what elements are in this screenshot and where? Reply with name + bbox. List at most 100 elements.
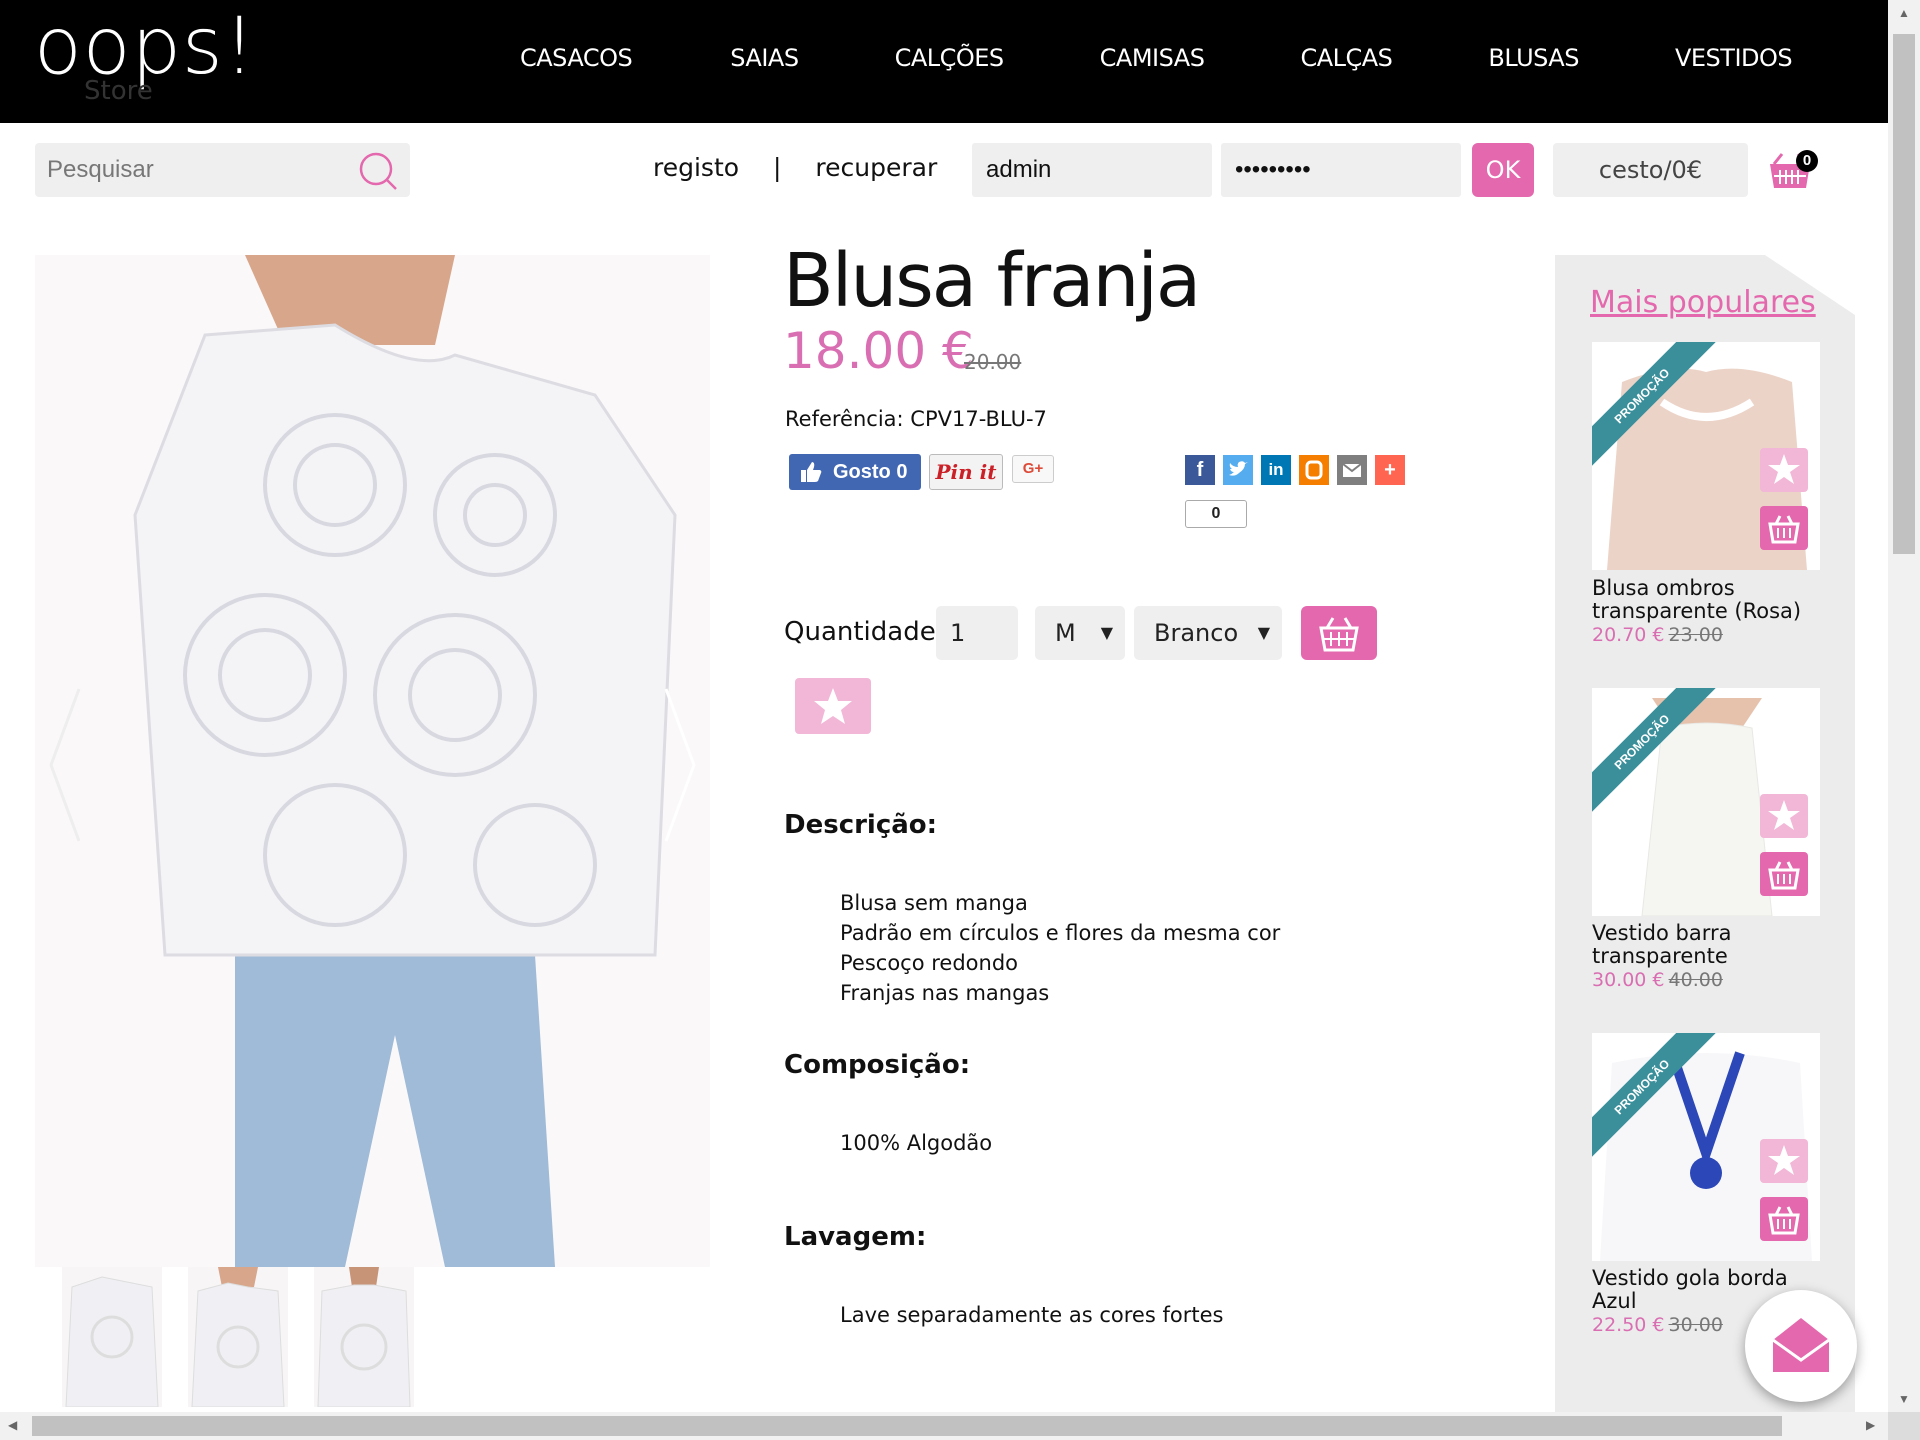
thumbnail-3[interactable] <box>314 1267 414 1407</box>
vertical-scrollbar-thumb[interactable] <box>1893 34 1915 554</box>
favorite-button[interactable] <box>1760 794 1808 838</box>
quantity-field[interactable]: 1 <box>936 606 1018 660</box>
composition-text: 100% Algodão <box>840 1131 993 1155</box>
star-icon <box>1768 1145 1800 1175</box>
username-field[interactable] <box>972 143 1212 197</box>
top-navigation-bar: oops! Store CASACOS SAIAS CALÇÕES CAMISA… <box>0 0 1888 123</box>
link-separator: | <box>773 153 782 182</box>
product-title: Blusa franja <box>783 238 1201 324</box>
product-reference: Referência: CPV17-BLU-7 <box>785 407 1047 431</box>
popular-item-price: 30.00 €40.00 <box>1592 969 1723 991</box>
favorite-button[interactable] <box>1760 1139 1808 1183</box>
size-value: M <box>1055 619 1076 647</box>
product-price: 18.00 € <box>783 322 974 380</box>
share-count: 0 <box>1185 500 1247 528</box>
twitter-share-icon[interactable] <box>1223 455 1253 485</box>
thumbnail-1[interactable] <box>62 1267 162 1407</box>
popular-item-price: 22.50 €30.00 <box>1592 1314 1723 1336</box>
description-line: Franjas nas mangas <box>840 981 1050 1005</box>
scroll-left-arrow-icon[interactable]: ◀ <box>8 1418 17 1432</box>
account-links: registo | recuperar <box>653 153 937 182</box>
description-heading: Descrição: <box>784 810 938 840</box>
email-share-icon[interactable] <box>1337 455 1367 485</box>
color-value: Branco <box>1154 619 1239 647</box>
password-field[interactable] <box>1221 143 1461 197</box>
nav-item-casacos[interactable]: CASACOS <box>520 44 633 72</box>
name-line: Blusa ombros <box>1592 576 1735 600</box>
popular-item-image[interactable]: PROMOÇÃO <box>1592 688 1820 916</box>
more-share-icon[interactable]: + <box>1375 455 1405 485</box>
size-select[interactable]: M ▼ <box>1035 606 1125 660</box>
thumbs-up-icon <box>801 462 822 482</box>
composition-heading: Composição: <box>784 1050 971 1080</box>
add-to-cart-button[interactable] <box>1301 606 1377 660</box>
add-to-cart-button[interactable] <box>1760 852 1808 896</box>
thumbnail-2[interactable] <box>188 1267 288 1407</box>
popular-item-price: 20.70 €23.00 <box>1592 624 1723 646</box>
blogger-share-icon[interactable] <box>1299 455 1329 485</box>
star-icon <box>1768 454 1800 484</box>
contact-mail-button[interactable] <box>1745 1290 1857 1402</box>
basket-icon <box>1768 861 1800 890</box>
description-line: Pescoço redondo <box>840 951 1018 975</box>
star-icon <box>814 688 852 724</box>
color-select[interactable]: Branco ▼ <box>1134 606 1282 660</box>
scroll-down-arrow-icon[interactable]: ▼ <box>1898 1392 1910 1406</box>
nav-item-blusas[interactable]: BLUSAS <box>1488 44 1579 72</box>
linkedin-share-icon[interactable]: in <box>1261 455 1291 485</box>
product-old-price: 20.00 <box>964 350 1022 374</box>
name-line: transparente <box>1592 944 1728 968</box>
nav-item-calcas[interactable]: CALÇAS <box>1300 44 1392 72</box>
nav-item-camisas[interactable]: CAMISAS <box>1100 44 1205 72</box>
add-to-cart-button[interactable] <box>1760 1197 1808 1241</box>
mail-icon <box>1772 1318 1830 1372</box>
previous-image-arrow[interactable] <box>45 685 85 845</box>
name-line: transparente (Rosa) <box>1592 599 1802 623</box>
scrollbar-corner <box>1888 1412 1920 1440</box>
dropdown-arrow-icon: ▼ <box>1100 623 1113 642</box>
sidebar-title[interactable]: Mais populares <box>1590 285 1816 320</box>
store-logo[interactable]: oops! Store <box>34 2 314 110</box>
thumbnail-strip <box>62 1267 440 1407</box>
facebook-share-icon[interactable]: f <box>1185 455 1215 485</box>
horizontal-scrollbar-thumb[interactable] <box>32 1416 1782 1436</box>
category-nav: CASACOS SAIAS CALÇÕES CAMISAS CALÇAS BLU… <box>520 44 1793 72</box>
cart-count-badge: 0 <box>1796 150 1818 172</box>
nav-item-vestidos[interactable]: VESTIDOS <box>1675 44 1793 72</box>
washing-text: Lave separadamente as cores fortes <box>840 1303 1224 1327</box>
popular-item-name[interactable]: Blusa ombros transparente (Rosa) <box>1592 577 1822 623</box>
scroll-right-arrow-icon[interactable]: ▶ <box>1866 1418 1875 1432</box>
google-plus-button[interactable]: G+ <box>1012 455 1054 483</box>
login-ok-button[interactable]: OK <box>1472 143 1534 197</box>
basket-icon <box>1768 515 1800 544</box>
register-link[interactable]: registo <box>653 153 739 182</box>
add-to-favorites-button[interactable] <box>795 678 871 734</box>
nav-item-saias[interactable]: SAIAS <box>730 44 799 72</box>
basket-icon <box>1768 1206 1800 1235</box>
nav-item-calcoes[interactable]: CALÇÕES <box>895 44 1005 72</box>
product-main-image[interactable] <box>35 255 710 1267</box>
search-icon[interactable] <box>356 149 400 193</box>
recover-link[interactable]: recuperar <box>815 153 937 182</box>
cart-summary[interactable]: cesto/0€ <box>1553 143 1748 197</box>
facebook-like-button[interactable]: Gosto 0 <box>789 454 921 490</box>
like-label: Gosto 0 <box>833 461 908 483</box>
favorite-button[interactable] <box>1760 448 1808 492</box>
popular-item-image[interactable]: PROMOÇÃO <box>1592 342 1820 570</box>
name-line: Vestido gola borda <box>1592 1266 1788 1290</box>
logo-subtext: Store <box>84 76 153 106</box>
basket-icon <box>1319 617 1359 652</box>
popular-item-image[interactable]: PROMOÇÃO <box>1592 1033 1820 1261</box>
next-image-arrow[interactable] <box>660 685 700 845</box>
description-line: Padrão em círculos e flores da mesma cor <box>840 921 1281 945</box>
add-to-cart-button[interactable] <box>1760 506 1808 550</box>
pinterest-pin-button[interactable]: Pin it <box>929 454 1003 490</box>
dropdown-arrow-icon: ▼ <box>1257 623 1270 642</box>
search-input[interactable] <box>47 155 347 185</box>
star-icon <box>1768 800 1800 830</box>
scroll-up-arrow-icon[interactable]: ▲ <box>1898 6 1910 20</box>
search-box <box>35 143 410 197</box>
popular-item-name[interactable]: Vestido barra transparente <box>1592 922 1822 968</box>
washing-heading: Lavagem: <box>784 1222 927 1252</box>
description-line: Blusa sem manga <box>840 891 1028 915</box>
